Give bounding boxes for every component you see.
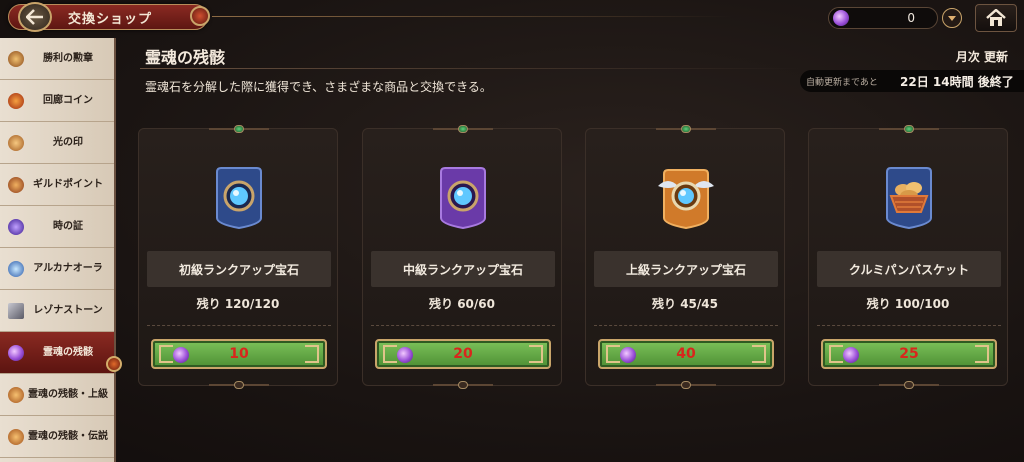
sidebar-item-label: ギルドポイント <box>33 178 103 190</box>
shop-item-card[interactable]: 初級ランクアップ宝石 残り 120/120 10 <box>138 125 338 389</box>
sidebar-item-guild-point[interactable]: ギルドポイント <box>0 164 114 206</box>
sidebar-item-light-seal[interactable]: 光の印 <box>0 122 114 164</box>
divider <box>817 325 1001 326</box>
item-price: 20 <box>453 346 473 362</box>
card-ornament <box>209 125 269 133</box>
divider <box>594 325 778 326</box>
page-description: 霊魂石を分解した際に獲得でき、さまざまな商品と交換できる。 <box>145 80 492 94</box>
item-name: クルミパンバスケット <box>848 262 970 277</box>
exchange-button[interactable]: 20 <box>375 339 551 369</box>
item-stock: 残り 100/100 <box>866 297 950 311</box>
back-button[interactable] <box>18 2 52 32</box>
sidebar-item-label: 勝利の勲章 <box>43 52 93 64</box>
card-ornament <box>433 381 493 389</box>
divider <box>212 16 732 17</box>
sidebar-item-label: レゾナストーン <box>33 304 103 316</box>
item-stock: 残り 60/60 <box>429 297 495 311</box>
sidebar-item-victory-medal[interactable]: 勝利の勲章 <box>0 38 114 80</box>
exchange-button[interactable]: 40 <box>598 339 774 369</box>
currency-dropdown-button[interactable] <box>942 8 962 28</box>
currency-value: 0 <box>907 11 915 25</box>
winged-rank-gem-icon <box>656 165 716 231</box>
arcana-aura-icon <box>8 260 24 277</box>
title-gem-ornament <box>190 6 210 26</box>
card-ornament <box>656 381 716 389</box>
item-name-plate: クルミパンバスケット <box>817 251 1001 287</box>
sidebar: 勝利の勲章 回廊コイン 光の印 ギルドポイント 時の証 アルカナオーラ レゾナス… <box>0 38 116 462</box>
sidebar-item-corridor-coin[interactable]: 回廊コイン <box>0 80 114 122</box>
card-ornament <box>879 381 939 389</box>
blue-rank-gem-icon <box>209 165 269 231</box>
home-icon <box>986 9 1006 26</box>
card-ornament <box>879 125 939 133</box>
divider <box>371 325 555 326</box>
sidebar-item-soul-remnant[interactable]: 霊魂の残骸 <box>0 332 114 374</box>
card-ornament <box>209 381 269 389</box>
coin-icon <box>8 92 24 109</box>
card-ornament <box>656 125 716 133</box>
refresh-timer-label: 自動更新まであと <box>806 78 878 88</box>
bread-basket-icon <box>879 165 939 231</box>
sidebar-item-label: 霊魂の残骸・上級 <box>28 388 108 400</box>
refresh-timer-value: 22日 14時間 後終了 <box>900 75 1014 89</box>
medal-icon <box>8 50 24 67</box>
card-ornament <box>433 125 493 133</box>
item-stock: 残り 120/120 <box>196 297 280 311</box>
light-seal-icon <box>8 134 24 151</box>
item-name-plate: 中級ランクアップ宝石 <box>371 251 555 287</box>
item-name-plate: 初級ランクアップ宝石 <box>147 251 331 287</box>
time-proof-icon <box>8 218 24 235</box>
arrow-left-icon <box>26 9 43 25</box>
item-name-plate: 上級ランクアップ宝石 <box>594 251 778 287</box>
guild-point-icon <box>8 176 24 193</box>
page-title: 霊魂の残骸 <box>145 48 226 67</box>
sidebar-item-soul-remnant-advanced[interactable]: 霊魂の残骸・上級 <box>0 374 114 416</box>
soul-remnant-legend-icon <box>8 428 24 445</box>
chevron-down-icon <box>948 15 956 21</box>
item-price: 25 <box>899 346 919 362</box>
soul-remnant-currency-icon <box>833 10 849 26</box>
divider <box>140 68 800 69</box>
soul-remnant-advanced-icon <box>8 386 24 403</box>
exchange-button[interactable]: 25 <box>821 339 997 369</box>
refresh-cycle-label: 月次 更新 <box>955 50 1008 64</box>
sidebar-item-arcana-aura[interactable]: アルカナオーラ <box>0 248 114 290</box>
item-price: 40 <box>676 346 696 362</box>
item-price: 10 <box>229 346 249 362</box>
sidebar-item-label: 霊魂の残骸・伝説 <box>28 430 108 442</box>
soul-remnant-icon <box>8 344 24 361</box>
sidebar-item-label: 霊魂の残骸 <box>43 346 93 358</box>
item-stock: 残り 45/45 <box>652 297 718 311</box>
resona-stone-icon <box>8 302 24 319</box>
sidebar-item-label: アルカナオーラ <box>33 262 103 274</box>
sidebar-item-soul-remnant-legend[interactable]: 霊魂の残骸・伝説 <box>0 416 114 458</box>
item-name: 上級ランクアップ宝石 <box>625 262 746 277</box>
home-button[interactable] <box>975 4 1017 32</box>
sidebar-item-resona-stone[interactable]: レゾナストーン <box>0 290 114 332</box>
sidebar-item-label: 時の証 <box>53 220 83 232</box>
shop-item-card[interactable]: 中級ランクアップ宝石 残り 60/60 20 <box>362 125 562 389</box>
active-indicator-gem <box>106 356 122 372</box>
item-name: 初級ランクアップ宝石 <box>178 262 299 277</box>
item-name: 中級ランクアップ宝石 <box>402 262 523 277</box>
top-bar: 交換ショップ 0 <box>0 0 1024 36</box>
sidebar-item-time-proof[interactable]: 時の証 <box>0 206 114 248</box>
divider <box>147 325 331 326</box>
shop-item-card[interactable]: 上級ランクアップ宝石 残り 45/45 40 <box>585 125 785 389</box>
shop-title: 交換ショップ <box>68 12 153 27</box>
shop-item-card[interactable]: クルミパンバスケット 残り 100/100 25 <box>808 125 1008 389</box>
purple-rank-gem-icon <box>433 165 493 231</box>
sidebar-item-label: 光の印 <box>53 136 83 148</box>
sidebar-item-label: 回廊コイン <box>43 94 93 106</box>
currency-counter: 0 <box>828 7 938 29</box>
refresh-timer: 自動更新まであと 22日 14時間 後終了 <box>800 70 1024 92</box>
exchange-button[interactable]: 10 <box>151 339 327 369</box>
